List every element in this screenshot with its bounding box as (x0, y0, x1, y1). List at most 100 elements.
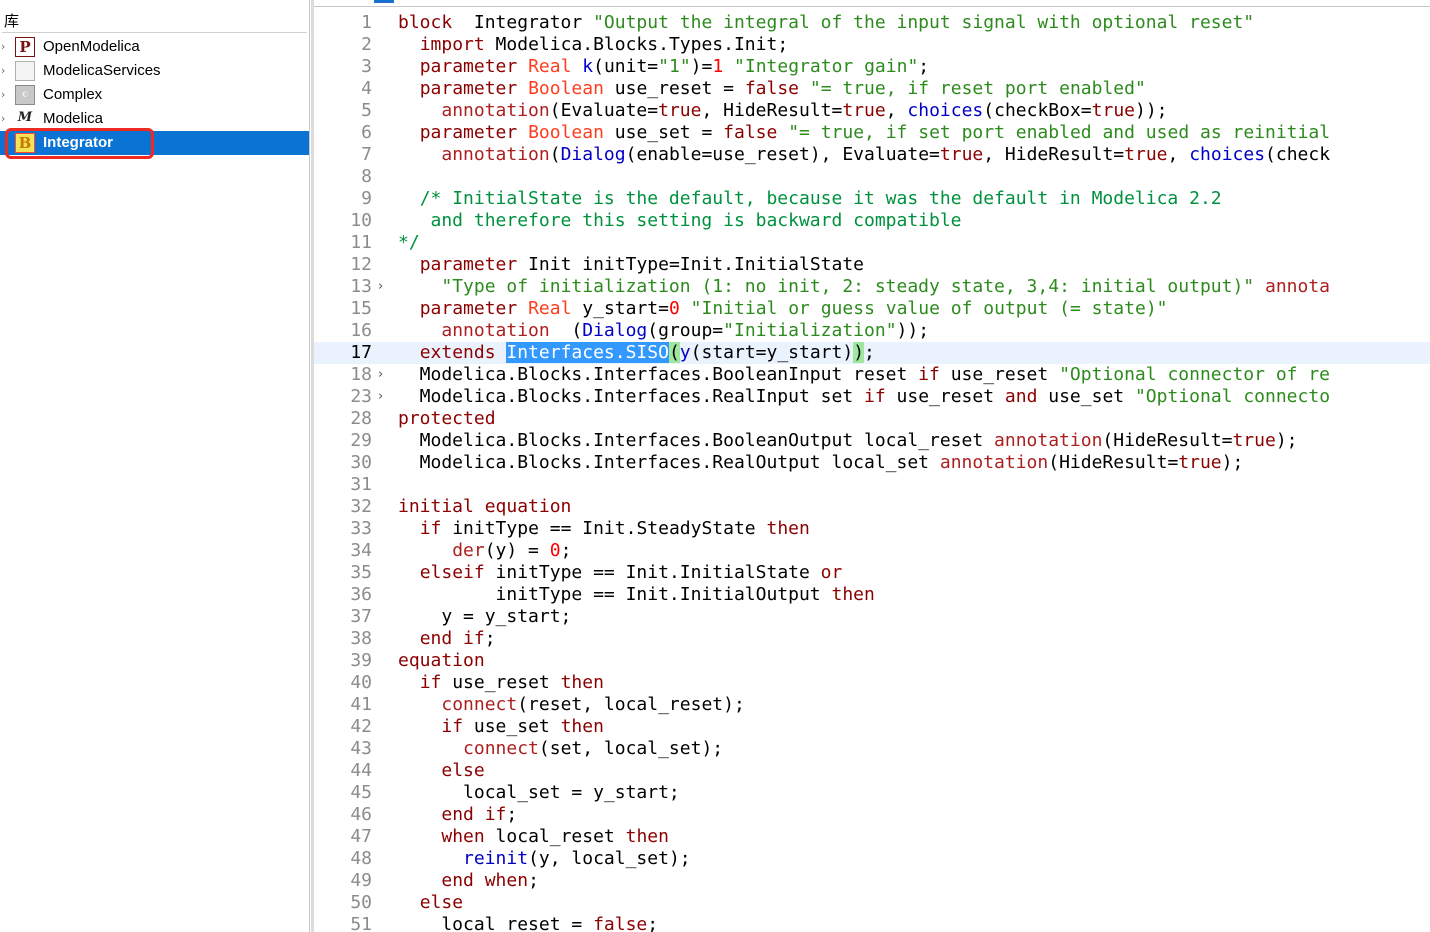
code-line-text[interactable]: else (398, 892, 463, 914)
code-line-text[interactable]: else (398, 760, 484, 782)
code-line-text[interactable]: parameter Boolean use_reset = false "= t… (398, 78, 1146, 100)
code-line[interactable]: 5 annotation(Evaluate=true, HideResult=t… (314, 100, 1430, 122)
code-line-text[interactable]: end if; (398, 628, 496, 650)
code-line-text[interactable]: initial equation (398, 496, 571, 518)
code-line-text[interactable]: block Integrator "Output the integral of… (398, 12, 1254, 34)
code-line[interactable]: 41 connect(reset, local_reset); (314, 694, 1430, 716)
code-line[interactable]: 45 local_set = y_start; (314, 782, 1430, 804)
modelica-library-icon: M (17, 110, 33, 125)
code-line[interactable]: 11 */ (314, 232, 1430, 254)
code-line[interactable]: 3 parameter Real k(unit="1")=1 "Integrat… (314, 56, 1430, 78)
expand-chevron-icon[interactable]: › (1, 40, 5, 53)
code-line[interactable]: 12 parameter Init initType=Init.InitialS… (314, 254, 1430, 276)
code-line-text[interactable]: Modelica.Blocks.Interfaces.RealOutput lo… (398, 452, 1244, 474)
code-line-text[interactable]: protected (398, 408, 496, 430)
code-line-text[interactable]: if use_reset then (398, 672, 604, 694)
line-number: 1 (361, 12, 372, 33)
code-line[interactable]: 7 annotation(Dialog(enable=use_reset), E… (314, 144, 1430, 166)
line-number: 11 (350, 232, 372, 253)
code-line[interactable]: 32 initial equation (314, 496, 1430, 518)
code-line[interactable]: 50 else (314, 892, 1430, 914)
code-line[interactable]: 9 /* InitialState is the default, becaus… (314, 188, 1430, 210)
code-line-text[interactable]: */ (398, 232, 420, 254)
selection-highlight-annotation (5, 128, 154, 159)
code-line-text[interactable]: extends Interfaces.SISO(y(start=y_start)… (398, 342, 875, 364)
code-line[interactable]: 36 initType == Init.InitialOutput then (314, 584, 1430, 606)
code-line-text[interactable]: parameter Init initType=Init.InitialStat… (398, 254, 864, 276)
code-line[interactable]: 30 Modelica.Blocks.Interfaces.RealOutput… (314, 452, 1430, 474)
code-line[interactable]: 10 and therefore this setting is backwar… (314, 210, 1430, 232)
code-line[interactable]: 28 protected (314, 408, 1430, 430)
code-line-text[interactable]: import Modelica.Blocks.Types.Init; (398, 34, 788, 56)
code-line[interactable]: 49 end when; (314, 870, 1430, 892)
code-line[interactable]: 48 reinit(y, local_set); (314, 848, 1430, 870)
expand-chevron-icon[interactable]: › (1, 64, 5, 77)
code-line-text[interactable]: and therefore this setting is backward c… (398, 210, 962, 232)
code-line-text[interactable]: equation (398, 650, 485, 672)
code-line[interactable]: 34 der(y) = 0; (314, 540, 1430, 562)
expand-chevron-icon[interactable]: › (1, 88, 5, 101)
code-line[interactable]: 13 › "Type of initialization (1: no init,… (314, 276, 1430, 298)
code-line-text[interactable]: parameter Real y_start=0 "Initial or gue… (398, 298, 1168, 320)
code-line[interactable]: 51 local_reset = false; (314, 914, 1430, 932)
tree-item-label: OpenModelica (43, 38, 140, 55)
code-line-text[interactable]: if initType == Init.SteadyState then (398, 518, 810, 540)
code-line-text[interactable]: /* InitialState is the default, because … (398, 188, 1222, 210)
code-line-text[interactable]: local_set = y_start; (398, 782, 680, 804)
code-line-text[interactable]: annotation (Dialog(group="Initialization… (398, 320, 929, 342)
tree-item-openmodelica[interactable]: › P OpenModelica (0, 35, 309, 59)
code-line[interactable]: 1 block Integrator "Output the integral o… (314, 12, 1430, 34)
code-line[interactable]: 37 y = y_start; (314, 606, 1430, 628)
code-line-text[interactable]: annotation(Evaluate=true, HideResult=tru… (398, 100, 1167, 122)
code-line[interactable]: 42 if use_set then (314, 716, 1430, 738)
code-line[interactable]: 43 connect(set, local_set); (314, 738, 1430, 760)
tree-item-modelicaservices[interactable]: › ModelicaServices (0, 59, 309, 83)
code-line-text[interactable]: annotation(Dialog(enable=use_reset), Eva… (398, 144, 1330, 166)
code-line-text[interactable]: Modelica.Blocks.Interfaces.RealInput set… (398, 386, 1330, 408)
code-line[interactable]: 23 › Modelica.Blocks.Interfaces.RealInput… (314, 386, 1430, 408)
code-line-text[interactable]: parameter Boolean use_set = false "= tru… (398, 122, 1330, 144)
code-line-text[interactable]: initType == Init.InitialOutput then (398, 584, 875, 606)
code-line[interactable]: 33 if initType == Init.SteadyState then (314, 518, 1430, 540)
code-line[interactable]: 38 end if; (314, 628, 1430, 650)
active-tab-indicator[interactable] (374, 0, 394, 3)
code-line-text[interactable]: end when; (398, 870, 539, 892)
code-line[interactable]: 44 else (314, 760, 1430, 782)
code-line[interactable]: 2 import Modelica.Blocks.Types.Init; (314, 34, 1430, 56)
code-line-text[interactable]: if use_set then (398, 716, 604, 738)
code-line[interactable]: 8 (314, 166, 1430, 188)
code-editor[interactable]: 1 block Integrator "Output the integral o… (314, 0, 1430, 932)
code-line-text[interactable]: Modelica.Blocks.Interfaces.BooleanInput … (398, 364, 1330, 386)
code-line[interactable]: 29 Modelica.Blocks.Interfaces.BooleanOut… (314, 430, 1430, 452)
code-line[interactable]: 4 parameter Boolean use_reset = false "=… (314, 78, 1430, 100)
code-line-text[interactable]: reinit(y, local_set); (398, 848, 691, 870)
code-line-text[interactable]: connect(reset, local_reset); (398, 694, 744, 716)
code-line[interactable]: 39 equation (314, 650, 1430, 672)
fold-chevron-icon[interactable]: › (378, 276, 383, 298)
code-line-text[interactable]: der(y) = 0; (398, 540, 571, 562)
code-line-text[interactable]: elseif initType == Init.InitialState or (398, 562, 843, 584)
code-line[interactable]: 18 › Modelica.Blocks.Interfaces.BooleanIn… (314, 364, 1430, 386)
code-line[interactable]: 6 parameter Boolean use_set = false "= t… (314, 122, 1430, 144)
code-line[interactable]: 15 parameter Real y_start=0 "Initial or … (314, 298, 1430, 320)
code-line-text[interactable]: local_reset = false; (398, 914, 658, 932)
code-line-text[interactable]: parameter Real k(unit="1")=1 "Integrator… (398, 56, 929, 78)
code-line-text[interactable]: end if; (398, 804, 517, 826)
code-line[interactable]: 31 (314, 474, 1430, 496)
tree-item-complex[interactable]: › c Complex (0, 83, 309, 107)
code-line[interactable]: 17 extends Interfaces.SISO(y(start=y_sta… (314, 342, 1430, 364)
code-line-text[interactable]: Modelica.Blocks.Interfaces.BooleanOutput… (398, 430, 1298, 452)
code-line-text[interactable]: connect(set, local_set); (398, 738, 723, 760)
fold-chevron-icon[interactable]: › (378, 364, 383, 386)
code-line[interactable]: 46 end if; (314, 804, 1430, 826)
code-line[interactable]: 16 annotation (Dialog(group="Initializat… (314, 320, 1430, 342)
code-line-text[interactable]: "Type of initialization (1: no init, 2: … (398, 276, 1330, 298)
code-line-text[interactable]: when local_reset then (398, 826, 669, 848)
code-line[interactable]: 47 when local_reset then (314, 826, 1430, 848)
code-line-text[interactable]: y = y_start; (398, 606, 571, 628)
code-line[interactable]: 40 if use_reset then (314, 672, 1430, 694)
expand-chevron-icon[interactable]: › (1, 112, 5, 125)
fold-chevron-icon[interactable]: › (378, 386, 383, 408)
code-line[interactable]: 35 elseif initType == Init.InitialState … (314, 562, 1430, 584)
line-number: 38 (350, 628, 372, 649)
